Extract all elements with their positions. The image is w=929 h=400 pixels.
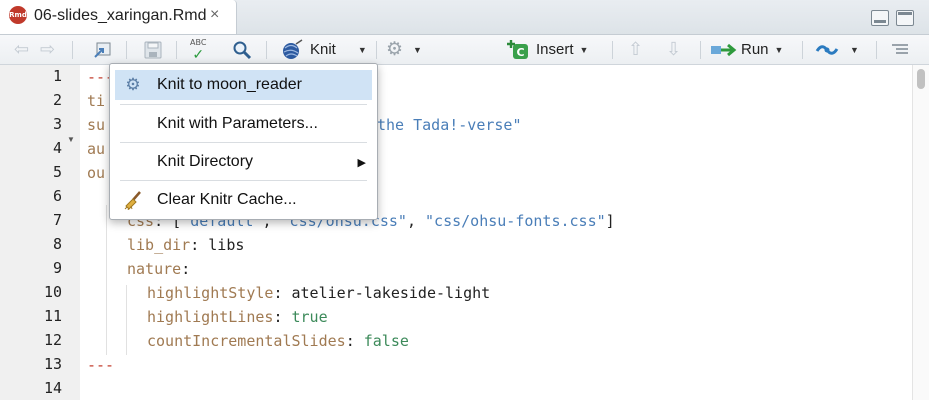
save-icon[interactable]	[143, 35, 163, 64]
rerun-button[interactable]: ▼	[814, 35, 859, 64]
chevron-down-icon: ▼	[774, 44, 784, 55]
menu-item-knit-directory[interactable]: Knit Directory ▶	[115, 147, 372, 177]
yarn-ball-icon	[283, 38, 303, 59]
menu-item-knit-to-moon-reader[interactable]: ⚙ Knit to moon_reader	[115, 70, 372, 100]
run-arrow-icon	[711, 43, 737, 56]
gear-icon: ⚙	[386, 39, 404, 60]
check-mark-icon: ✓	[192, 45, 205, 62]
show-in-window-icon[interactable]	[92, 35, 112, 64]
line-number: 13	[43, 355, 62, 373]
chevron-down-icon: ▼	[579, 44, 589, 55]
yaml-key: highlightLines	[147, 308, 274, 326]
yaml-key: ti	[87, 92, 106, 110]
yaml-key: su	[87, 116, 106, 134]
yaml-key: au	[87, 140, 106, 158]
rmd-file-icon: Rmd	[9, 6, 27, 24]
tab-bar: Rmd 06-slides_xaringan.Rmd ×	[0, 0, 929, 35]
yaml-value: true	[291, 308, 328, 326]
insert-label: Insert	[536, 41, 574, 58]
knit-button[interactable]: Knit ▼	[280, 35, 367, 64]
yaml-value: libs	[208, 236, 245, 254]
knit-label: Knit	[310, 41, 336, 58]
scrollbar-thumb[interactable]	[917, 69, 925, 89]
line-number: 2	[52, 91, 62, 109]
chevron-down-icon: ▼	[850, 44, 859, 55]
line-number: 12	[43, 331, 62, 349]
menu-item-label: Knit with Parameters...	[157, 115, 318, 132]
line-number: 8	[52, 235, 62, 253]
menu-item-label: Clear Knitr Cache...	[157, 191, 297, 208]
yaml-key: lib_dir	[127, 236, 191, 254]
minimize-pane-button[interactable]	[871, 10, 889, 26]
editor-toolbar: ⇦ ⇨ ABC ✓ Knit ▼ ⚙ ▼ C Insert ▼ ⇧ ⇩ Run …	[0, 35, 929, 65]
yaml-key: nature	[127, 260, 182, 278]
menu-item-knit-with-parameters[interactable]: Knit with Parameters...	[115, 109, 372, 139]
yaml-key: ou	[87, 164, 106, 182]
line-number: 3	[52, 115, 62, 133]
line-number: 6	[52, 187, 62, 205]
tab-file[interactable]: Rmd 06-slides_xaringan.Rmd ×	[0, 0, 237, 34]
yaml-key: countIncrementalSlides	[147, 332, 346, 350]
chevron-down-icon: ▼	[413, 44, 422, 55]
menu-item-label: Knit to moon_reader	[157, 76, 302, 93]
run-label: Run	[741, 41, 769, 58]
back-arrow-icon[interactable]: ⇦	[14, 35, 29, 64]
close-icon[interactable]: ×	[210, 6, 219, 24]
previous-chunk-icon[interactable]: ⇧	[628, 35, 643, 64]
line-number: 7	[52, 211, 62, 229]
line-number: 9	[52, 259, 62, 277]
maximize-pane-button[interactable]	[896, 10, 914, 26]
submenu-arrow-icon: ▶	[357, 156, 366, 169]
next-chunk-icon[interactable]: ⇩	[666, 35, 681, 64]
line-number: 4	[52, 139, 62, 157]
search-icon[interactable]	[232, 35, 252, 64]
insert-chunk-icon: C	[507, 39, 528, 59]
rerun-icon	[815, 44, 839, 55]
settings-button[interactable]: ⚙ ▼	[386, 35, 422, 64]
tab-title[interactable]: 06-slides_xaringan.Rmd	[34, 7, 207, 25]
yaml-key: highlightStyle	[147, 284, 274, 302]
broom-icon	[124, 191, 141, 210]
line-number: 14	[43, 379, 62, 397]
fold-toggle-icon[interactable]: ▼	[67, 135, 75, 144]
insert-chunk-button[interactable]: C Insert ▼	[506, 35, 588, 64]
vertical-scrollbar[interactable]	[912, 65, 929, 400]
line-number: 5	[52, 163, 62, 181]
yaml-value: atelier-lakeside-light	[291, 284, 491, 302]
chevron-down-icon[interactable]: ▼	[358, 45, 367, 55]
run-button[interactable]: Run ▼	[710, 35, 783, 64]
menu-item-label: Knit Directory	[157, 153, 254, 170]
line-number-gutter: 1 2 3 4 5 6 7 8 9 10 11 12 13 14 ▼	[0, 65, 80, 400]
menu-item-clear-knitr-cache[interactable]: Clear Knitr Cache...	[115, 185, 372, 215]
forward-arrow-icon[interactable]: ⇨	[40, 35, 55, 64]
outline-icon[interactable]	[890, 35, 910, 64]
yaml-string: the Tada!-verse"	[377, 116, 522, 134]
spell-check-icon[interactable]: ABC ✓	[190, 35, 206, 64]
line-number: 10	[43, 283, 62, 301]
knit-dropdown-menu: ⚙ Knit to moon_reader Knit with Paramete…	[109, 63, 378, 220]
yaml-delimiter: ---	[87, 356, 115, 374]
line-number: 1	[52, 67, 62, 85]
gear-icon: ⚙	[125, 75, 141, 94]
line-number: 11	[43, 307, 62, 325]
svg-text:C: C	[516, 46, 524, 59]
yaml-value: false	[363, 332, 409, 350]
